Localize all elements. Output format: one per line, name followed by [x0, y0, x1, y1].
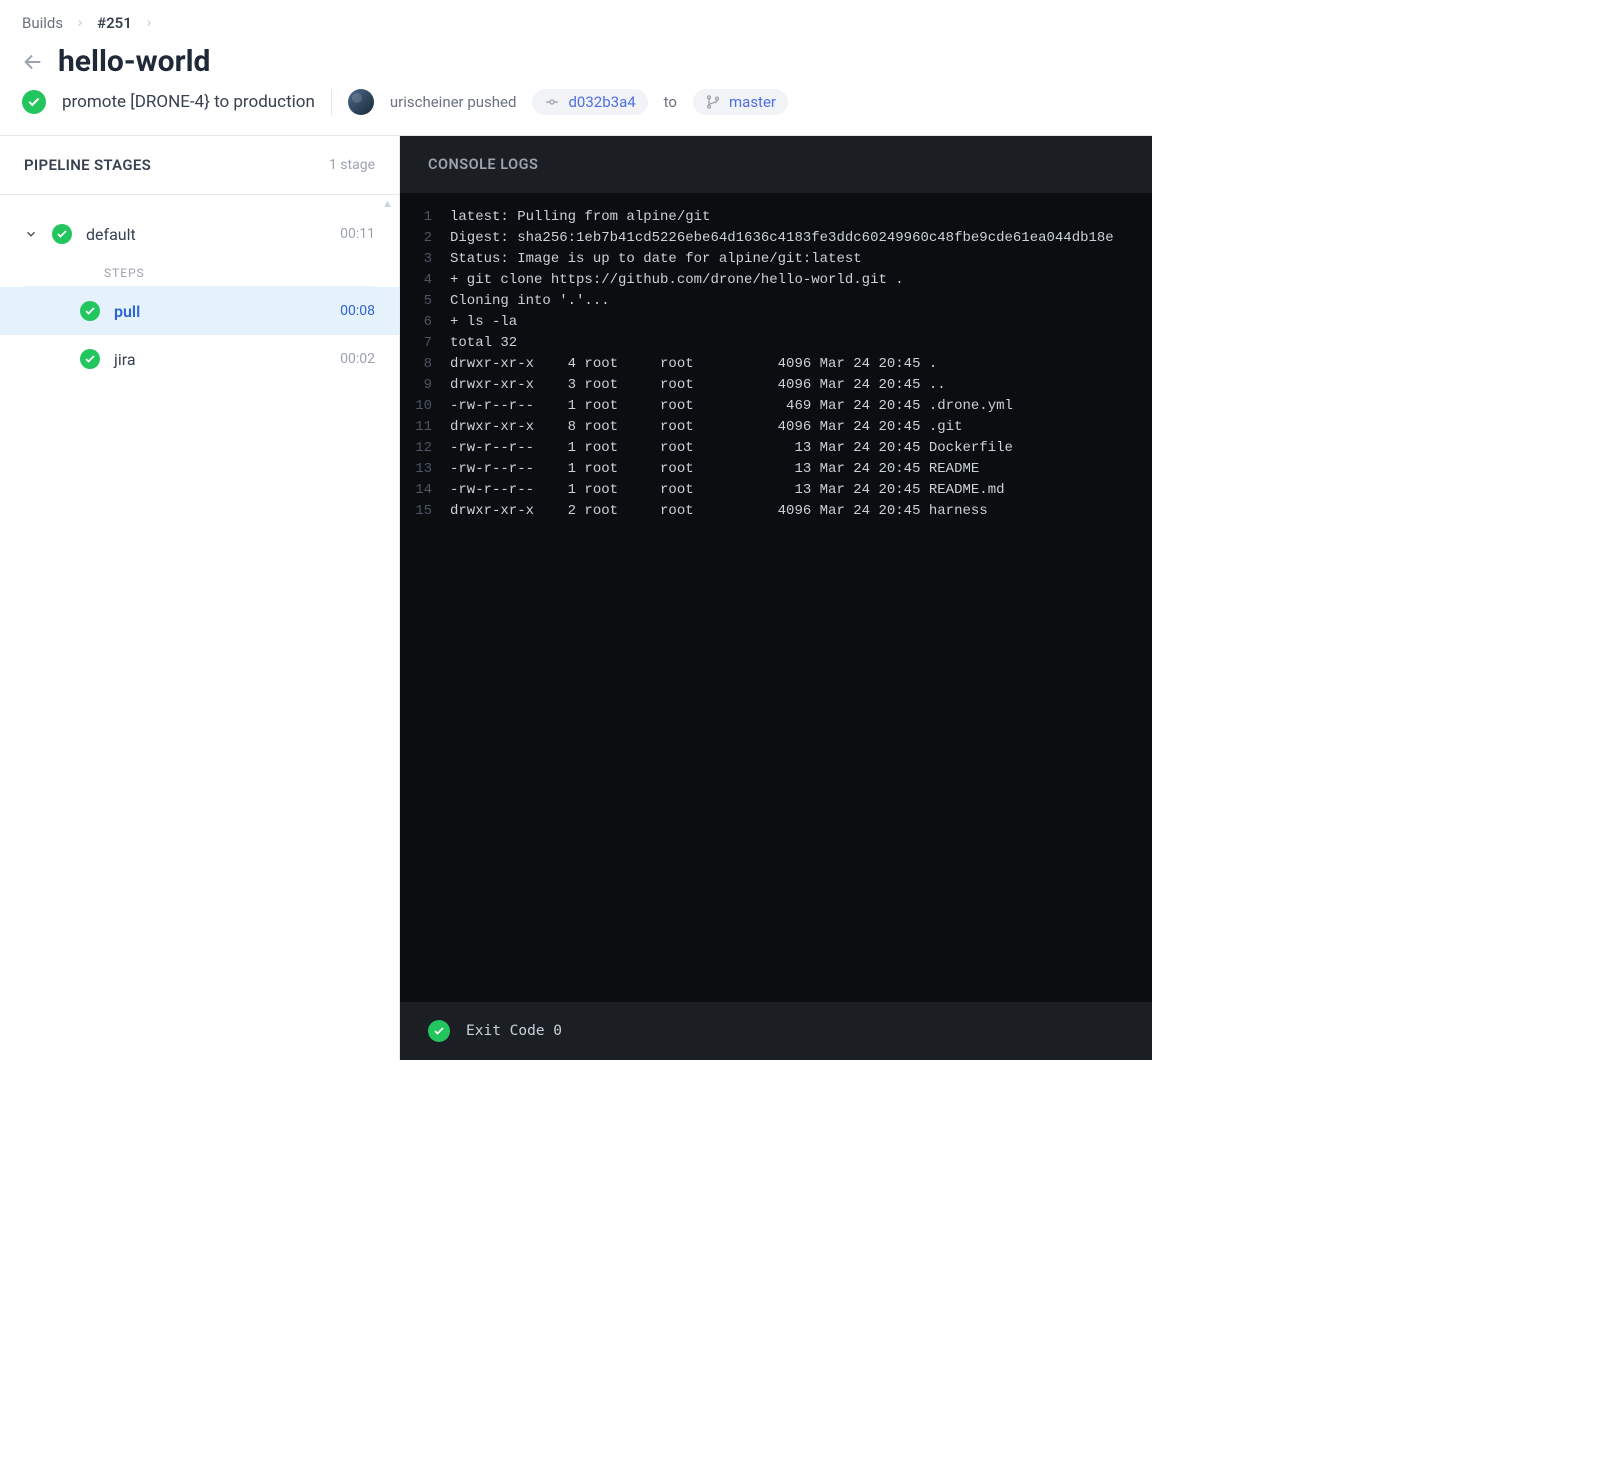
- avatar: [348, 89, 374, 115]
- branch-pill[interactable]: master: [693, 89, 788, 115]
- commit-message: promote [DRONE-4} to production: [62, 92, 315, 112]
- log-line: 13-rw-r--r-- 1 root root 13 Mar 24 20:45…: [410, 459, 1152, 480]
- log-line: 8drwxr-xr-x 4 root root 4096 Mar 24 20:4…: [410, 354, 1152, 375]
- stage-duration: 00:11: [340, 226, 375, 242]
- log-line: 2Digest: sha256:1eb7b41cd5226ebe64d1636c…: [410, 228, 1152, 249]
- step-jira[interactable]: jira 00:02: [0, 335, 399, 383]
- step-pull[interactable]: pull 00:08: [0, 287, 399, 335]
- console-header: CONSOLE LOGS: [400, 136, 1152, 193]
- commit-pill[interactable]: d032b3a4: [532, 89, 647, 115]
- breadcrumb-builds[interactable]: Builds: [22, 14, 63, 32]
- back-arrow-icon[interactable]: [22, 51, 44, 73]
- chevron-down-icon: [24, 227, 38, 241]
- pipeline-header: PIPELINE STAGES: [24, 156, 151, 174]
- pipeline-sidebar: PIPELINE STAGES 1 stage ▲ default 00:11 …: [0, 136, 400, 1060]
- chevron-right-icon: [144, 14, 154, 32]
- stage-row[interactable]: default 00:11: [0, 210, 399, 258]
- branch-icon: [705, 94, 721, 110]
- scroll-up-icon: ▲: [382, 197, 393, 210]
- log-line: 11drwxr-xr-x 8 root root 4096 Mar 24 20:…: [410, 417, 1152, 438]
- log-line: 4+ git clone https://github.com/drone/he…: [410, 270, 1152, 291]
- log-line: 10-rw-r--r-- 1 root root 469 Mar 24 20:4…: [410, 396, 1152, 417]
- steps-label: STEPS: [24, 258, 375, 287]
- divider: [331, 89, 332, 115]
- page-title: hello-world: [58, 44, 210, 79]
- chevron-right-icon: [75, 14, 85, 32]
- stage-name: default: [86, 225, 326, 244]
- log-line: 5Cloning into '.'...: [410, 291, 1152, 312]
- commit-hash: d032b3a4: [568, 93, 635, 111]
- breadcrumb: Builds #251: [0, 0, 1152, 38]
- status-success-icon: [80, 349, 100, 369]
- log-line: 6+ ls -la: [410, 312, 1152, 333]
- log-line: 3Status: Image is up to date for alpine/…: [410, 249, 1152, 270]
- step-duration: 00:08: [340, 303, 375, 319]
- breadcrumb-build-number[interactable]: #251: [97, 14, 132, 32]
- log-line: 12-rw-r--r-- 1 root root 13 Mar 24 20:45…: [410, 438, 1152, 459]
- to-label: to: [664, 93, 677, 111]
- log-line: 7total 32: [410, 333, 1152, 354]
- commit-icon: [544, 94, 560, 110]
- status-success-icon: [80, 301, 100, 321]
- console-logs[interactable]: 1latest: Pulling from alpine/git2Digest:…: [400, 193, 1152, 1002]
- console-panel: CONSOLE LOGS 1latest: Pulling from alpin…: [400, 136, 1152, 1060]
- status-success-icon: [52, 224, 72, 244]
- exit-row: Exit Code 0: [400, 1002, 1152, 1060]
- log-line: 1latest: Pulling from alpine/git: [410, 207, 1152, 228]
- status-success-icon: [428, 1020, 450, 1042]
- actor-text: urischeiner pushed: [390, 93, 517, 111]
- exit-code: Exit Code 0: [466, 1023, 562, 1039]
- step-duration: 00:02: [340, 351, 375, 367]
- stage-count: 1 stage: [329, 157, 375, 173]
- status-success-icon: [22, 90, 46, 114]
- log-line: 15drwxr-xr-x 2 root root 4096 Mar 24 20:…: [410, 501, 1152, 522]
- log-line: 14-rw-r--r-- 1 root root 13 Mar 24 20:45…: [410, 480, 1152, 501]
- branch-name: master: [729, 93, 776, 111]
- step-name: jira: [114, 350, 326, 369]
- step-name: pull: [114, 302, 326, 321]
- log-line: 9drwxr-xr-x 3 root root 4096 Mar 24 20:4…: [410, 375, 1152, 396]
